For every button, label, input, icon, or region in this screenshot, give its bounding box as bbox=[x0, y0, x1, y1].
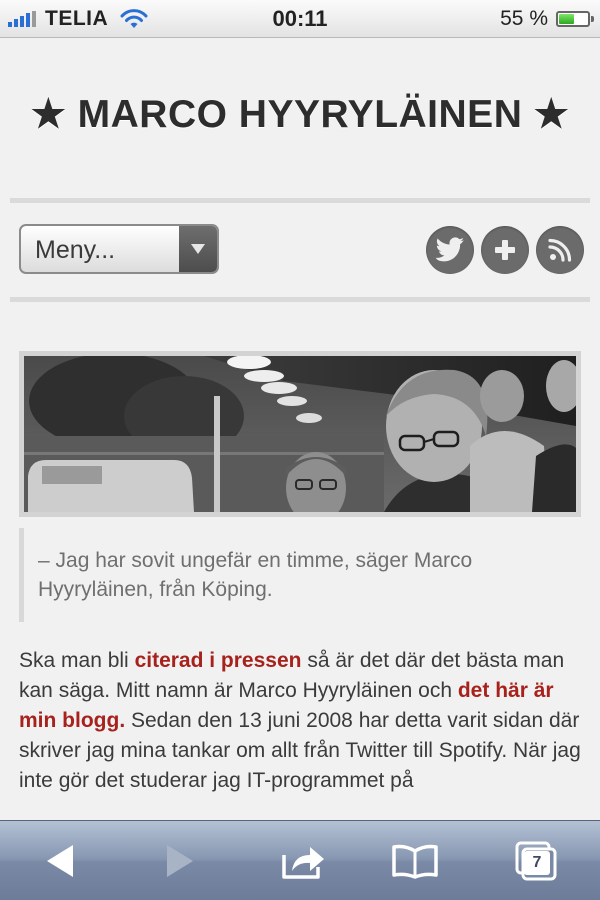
tab-count-badge: 7 bbox=[524, 851, 550, 875]
chevron-down-icon bbox=[179, 226, 217, 272]
rss-button[interactable] bbox=[536, 226, 584, 274]
forward-button[interactable] bbox=[154, 835, 206, 887]
intro-paragraph: Ska man bli citerad i pressen så är det … bbox=[19, 646, 584, 820]
share-icon bbox=[282, 847, 324, 879]
bookmarks-icon bbox=[392, 844, 438, 879]
back-button[interactable] bbox=[34, 835, 86, 887]
battery-level-fill bbox=[559, 14, 574, 24]
twitter-button[interactable] bbox=[426, 226, 474, 274]
rss-icon bbox=[548, 238, 572, 262]
battery-percent: 55 % bbox=[500, 7, 548, 30]
divider-top bbox=[10, 198, 590, 203]
tabs-button[interactable]: 7 bbox=[511, 835, 563, 887]
menu-dropdown-label: Meny... bbox=[35, 236, 116, 264]
site-title[interactable]: ★ MARCO HYYRYLÄINEN ★ bbox=[0, 92, 600, 137]
link-citerad-i-pressen[interactable]: citerad i pressen bbox=[135, 649, 302, 672]
hero-photo[interactable] bbox=[19, 351, 581, 517]
bookmarks-button[interactable] bbox=[389, 835, 441, 887]
hero-photo-illustration bbox=[24, 356, 576, 512]
menu-dropdown[interactable]: Meny... bbox=[19, 224, 219, 274]
status-bar: TELIA 00:11 55 % bbox=[0, 0, 600, 38]
google-plus-icon bbox=[495, 240, 515, 260]
twitter-icon bbox=[435, 237, 464, 262]
browser-toolbar: 7 bbox=[0, 820, 600, 900]
blockquote: – Jag har sovit ungefär en timme, säger … bbox=[19, 528, 579, 622]
intro-text-start: Ska man bli bbox=[19, 649, 135, 672]
status-right: 55 % bbox=[500, 6, 594, 32]
back-arrow-icon bbox=[47, 845, 73, 877]
google-plus-button[interactable] bbox=[481, 226, 529, 274]
forward-arrow-icon bbox=[167, 845, 193, 877]
share-button[interactable] bbox=[277, 835, 329, 887]
battery-icon bbox=[556, 11, 594, 27]
divider-bottom bbox=[10, 297, 590, 302]
